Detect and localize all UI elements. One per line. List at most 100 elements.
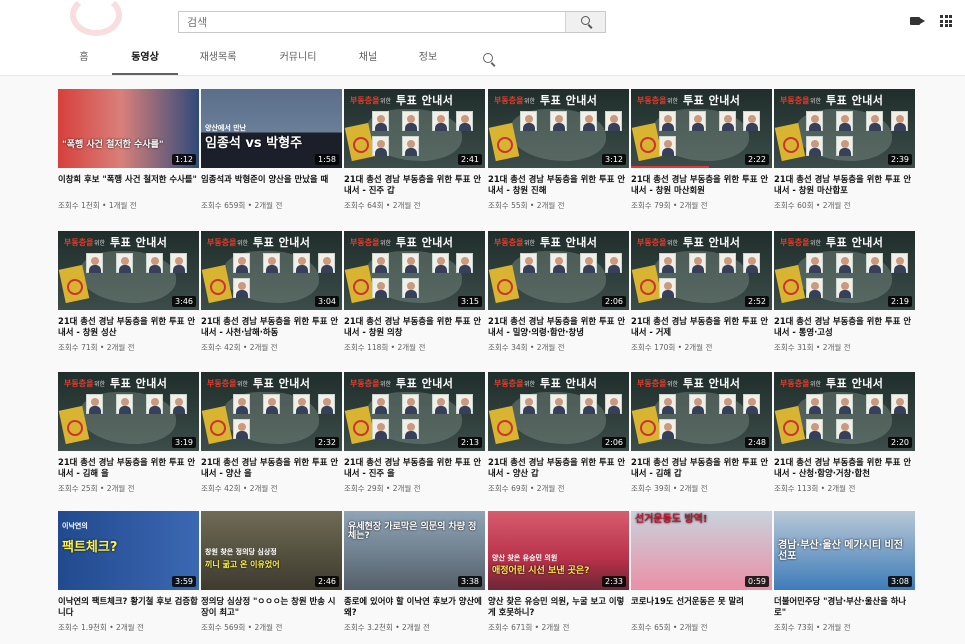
- tab-playlists[interactable]: 재생목록: [190, 44, 246, 75]
- video-title[interactable]: 정의당 심상정 "ㅇㅇㅇ는 창원 반송 시장이 최고": [201, 596, 342, 618]
- video-thumbnail[interactable]: 부동층을 위한 투표 안내서 2:20: [774, 372, 915, 451]
- video-card[interactable]: 부동층을 위한 투표 안내서 2:22 21대 총선 경남 부동층을 위한 투표 안내서…: [631, 89, 772, 211]
- video-thumbnail[interactable]: 부동층을 위한 투표 안내서 2:19: [774, 231, 915, 310]
- video-title[interactable]: 21대 총선 경남 부동층을 위한 투표 안내서 - 창원 의창: [344, 316, 485, 338]
- candidate-photo: [263, 253, 280, 273]
- banner-title: 투표 안내서: [253, 236, 311, 249]
- video-duration: 2:06: [602, 296, 626, 307]
- video-thumbnail[interactable]: 부동층을 위한 투표 안내서 3:12: [488, 89, 629, 168]
- video-title[interactable]: 21대 총선 경남 부동층을 위한 투표 안내서 - 진주 을: [344, 457, 485, 479]
- tab-community[interactable]: 커뮤니티: [268, 44, 328, 75]
- video-title[interactable]: 21대 총선 경남 부동층을 위한 투표 안내서 - 산청·함양·거창·합천: [774, 457, 915, 479]
- candidate-photo: [233, 278, 250, 298]
- tab-videos[interactable]: 동영상: [112, 44, 178, 75]
- video-thumbnail[interactable]: 부동층을 위한 투표 안내서 2:48: [631, 372, 772, 451]
- video-title[interactable]: 21대 총선 경남 부동층을 위한 투표 안내서 - 김해 갑: [631, 457, 772, 479]
- video-thumbnail[interactable]: "폭행 사건 철저한 수사를" 1:12: [58, 89, 199, 168]
- video-title[interactable]: 21대 총선 경남 부동층을 위한 투표 안내서 - 밀양·의령·함안·창녕: [488, 316, 629, 338]
- video-title[interactable]: 21대 총선 경남 부동층을 위한 투표 안내서 - 거제: [631, 316, 772, 338]
- thumbnail-caption: "폭행 사건 철저한 수사를": [62, 140, 164, 150]
- tab-home[interactable]: 홈: [64, 44, 104, 75]
- video-title[interactable]: 임종석과 박형준이 양산을 만났을 때: [201, 174, 342, 196]
- video-title[interactable]: 21대 총선 경남 부동층을 위한 투표 안내서 - 창원 마산회원: [631, 174, 772, 196]
- video-thumbnail[interactable]: 부동층을 위한 투표 안내서 2:32: [201, 372, 342, 451]
- video-card[interactable]: 부동층을 위한 투표 안내서 2:52 21대 총선 경남 부동층을 위한 투표 안내서…: [631, 231, 772, 353]
- video-card[interactable]: "폭행 사건 철저한 수사를" 1:12 이창희 후보 "폭행 사건 철저한 수사를…: [58, 89, 199, 211]
- video-card[interactable]: 부동층을 위한 투표 안내서 2:20 21대 총선 경남 부동층을 위한 투표 안내서…: [774, 372, 915, 494]
- video-thumbnail[interactable]: 부동층을 위한 투표 안내서 3:19: [58, 372, 199, 451]
- video-card[interactable]: 이낙연의 팩트체크? 3:59 이낙연의 팩트체크? 황기철 후보 검증합니다 조회수 …: [58, 511, 199, 633]
- video-thumbnail[interactable]: 부동층을 위한 투표 안내서 2:39: [774, 89, 915, 168]
- video-meta: 조회수 659회 • 2개월 전: [201, 201, 283, 210]
- video-card[interactable]: 유세현장 가로막은 의문의 차량 정체는? 3:38 종로에 있어야 할 이낙연 후…: [344, 511, 485, 633]
- video-thumbnail[interactable]: 선거운동도 방역! 0:59: [631, 511, 772, 590]
- video-thumbnail[interactable]: 부동층을 위한 투표 안내서 3:46: [58, 231, 199, 310]
- video-title[interactable]: 21대 총선 경남 부동층을 위한 투표 안내서 - 양산 갑: [488, 457, 629, 479]
- video-card[interactable]: 창원 찾은 정의당 심상정 끼니 굶고 온 이유었어 2:46 정의당 심상정 "ㅇㅇ…: [201, 511, 342, 633]
- video-card[interactable]: 부동층을 위한 투표 안내서 3:46 21대 총선 경남 부동층을 위한 투표 안내서…: [58, 231, 199, 353]
- video-card[interactable]: 양산에서 만난 임종석 vs 박형주 1:58 임종석과 박형준이 양산을 만났을 때…: [201, 89, 342, 211]
- video-meta: 조회수 1천회 • 1개월 전: [58, 201, 137, 210]
- apps-grid-icon[interactable]: [940, 15, 952, 27]
- video-thumbnail[interactable]: 이낙연의 팩트체크? 3:59: [58, 511, 199, 590]
- video-card[interactable]: 부동층을 위한 투표 안내서 2:13 21대 총선 경남 부동층을 위한 투표 안내서…: [344, 372, 485, 494]
- video-title[interactable]: 21대 총선 경남 부동층을 위한 투표 안내서 - 사천·남해·하동: [201, 316, 342, 338]
- video-title[interactable]: 21대 총선 경남 부동층을 위한 투표 안내서 - 통영·고성: [774, 316, 915, 338]
- video-thumbnail[interactable]: 양산 찾은 유승민 의원 애정어린 시선 보낸 곳은? 2:33: [488, 511, 629, 590]
- video-card[interactable]: 부동층을 위한 투표 안내서 2:19 21대 총선 경남 부동층을 위한 투표 안내서…: [774, 231, 915, 353]
- tab-channels[interactable]: 채널: [350, 44, 386, 75]
- video-title[interactable]: 21대 총선 경남 부동층을 위한 투표 안내서 - 김해 을: [58, 457, 199, 479]
- video-thumbnail[interactable]: 부동층을 위한 투표 안내서 3:04: [201, 231, 342, 310]
- video-thumbnail[interactable]: 부동층을 위한 투표 안내서 2:22: [631, 89, 772, 168]
- search-input[interactable]: [179, 12, 565, 32]
- video-card[interactable]: 양산 찾은 유승민 의원 애정어린 시선 보낸 곳은? 2:33 양산 찾은 유승민 …: [488, 511, 629, 633]
- create-video-icon[interactable]: [910, 17, 925, 25]
- video-thumbnail[interactable]: 경남·부산·울산 메가시티 비전 선포 3:08: [774, 511, 915, 590]
- candidate-photo: [146, 253, 163, 273]
- video-thumbnail[interactable]: 부동층을 위한 투표 안내서 2:06: [488, 372, 629, 451]
- banner-title: 투표 안내서: [253, 377, 311, 390]
- video-card[interactable]: 부동층을 위한 투표 안내서 2:39 21대 총선 경남 부동층을 위한 투표 안내서…: [774, 89, 915, 211]
- candidate-photo: [659, 111, 676, 131]
- logo-icon[interactable]: [70, 0, 122, 36]
- video-thumbnail[interactable]: 부동층을 위한 투표 안내서 2:13: [344, 372, 485, 451]
- video-thumbnail[interactable]: 유세현장 가로막은 의문의 차량 정체는? 3:38: [344, 511, 485, 590]
- video-card[interactable]: 부동층을 위한 투표 안내서 2:48 21대 총선 경남 부동층을 위한 투표 안내서…: [631, 372, 772, 494]
- video-card[interactable]: 부동층을 위한 투표 안내서 3:12 21대 총선 경남 부동층을 위한 투표 안내서…: [488, 89, 629, 211]
- video-thumbnail[interactable]: 부동층을 위한 투표 안내서 3:15: [344, 231, 485, 310]
- video-card[interactable]: 부동층을 위한 투표 안내서 2:32 21대 총선 경남 부동층을 위한 투표 안내서…: [201, 372, 342, 494]
- candidate-photo: [402, 278, 419, 298]
- video-thumbnail[interactable]: 부동층을 위한 투표 안내서 2:41: [344, 89, 485, 168]
- channel-search-icon[interactable]: [483, 53, 493, 63]
- video-title[interactable]: 코로나19도 선거운동은 못 말려: [631, 596, 772, 618]
- video-thumbnail[interactable]: 부동층을 위한 투표 안내서 2:52: [631, 231, 772, 310]
- video-thumbnail[interactable]: 양산에서 만난 임종석 vs 박형주 1:58: [201, 89, 342, 168]
- video-title[interactable]: 이낙연의 팩트체크? 황기철 후보 검증합니다: [58, 596, 199, 618]
- tab-about[interactable]: 정보: [410, 44, 446, 75]
- video-thumbnail[interactable]: 창원 찾은 정의당 심상정 끼니 굶고 온 이유었어 2:46: [201, 511, 342, 590]
- video-card[interactable]: 선거운동도 방역! 0:59 코로나19도 선거운동은 못 말려 조회수 65회 • …: [631, 511, 772, 633]
- video-thumbnail[interactable]: 부동층을 위한 투표 안내서 2:06: [488, 231, 629, 310]
- video-card[interactable]: 경남·부산·울산 메가시티 비전 선포 3:08 더불어민주당 "경남·부산·울산을…: [774, 511, 915, 633]
- video-card[interactable]: 부동층을 위한 투표 안내서 2:06 21대 총선 경남 부동층을 위한 투표 안내서…: [488, 231, 629, 353]
- video-title[interactable]: 21대 총선 경남 부동층을 위한 투표 안내서 - 양산 을: [201, 457, 342, 479]
- video-card[interactable]: 부동층을 위한 투표 안내서 2:06 21대 총선 경남 부동층을 위한 투표 안내서…: [488, 372, 629, 494]
- candidate-photo: [372, 278, 389, 298]
- video-title[interactable]: 양산 찾은 유승민 의원, 누굴 보고 이렇게 호못하니?: [488, 596, 629, 618]
- candidate-photo: [659, 136, 676, 156]
- video-duration: 1:58: [315, 154, 339, 165]
- video-title[interactable]: 21대 총선 경남 부동층을 위한 투표 안내서 - 창원 진해: [488, 174, 629, 196]
- video-card[interactable]: 부동층을 위한 투표 안내서 3:04 21대 총선 경남 부동층을 위한 투표 안내서…: [201, 231, 342, 353]
- video-title[interactable]: 이창희 후보 "폭행 사건 철저한 수사를": [58, 174, 199, 196]
- video-card[interactable]: 부동층을 위한 투표 안내서 3:15 21대 총선 경남 부동층을 위한 투표 안내서…: [344, 231, 485, 353]
- video-title[interactable]: 21대 총선 경남 부동층을 위한 투표 안내서 - 창원 마산합포: [774, 174, 915, 196]
- search-button[interactable]: [565, 12, 605, 32]
- video-title[interactable]: 더불어민주당 "경남·부산·울산을 하나로": [774, 596, 915, 618]
- video-card[interactable]: 부동층을 위한 투표 안내서 2:41 21대 총선 경남 부동층을 위한 투표 안내서…: [344, 89, 485, 211]
- video-card[interactable]: 부동층을 위한 투표 안내서 3:19 21대 총선 경남 부동층을 위한 투표 안내서…: [58, 372, 199, 494]
- banner-connector: 위한: [524, 98, 536, 105]
- video-title[interactable]: 21대 총선 경남 부동층을 위한 투표 안내서 - 창원 성산: [58, 316, 199, 338]
- video-title[interactable]: 종로에 있어야 할 이낙연 후보가 양산에 왜?: [344, 596, 485, 618]
- candidate-photo: [402, 111, 419, 131]
- video-title[interactable]: 21대 총선 경남 부동층을 위한 투표 안내서 - 진주 갑: [344, 174, 485, 196]
